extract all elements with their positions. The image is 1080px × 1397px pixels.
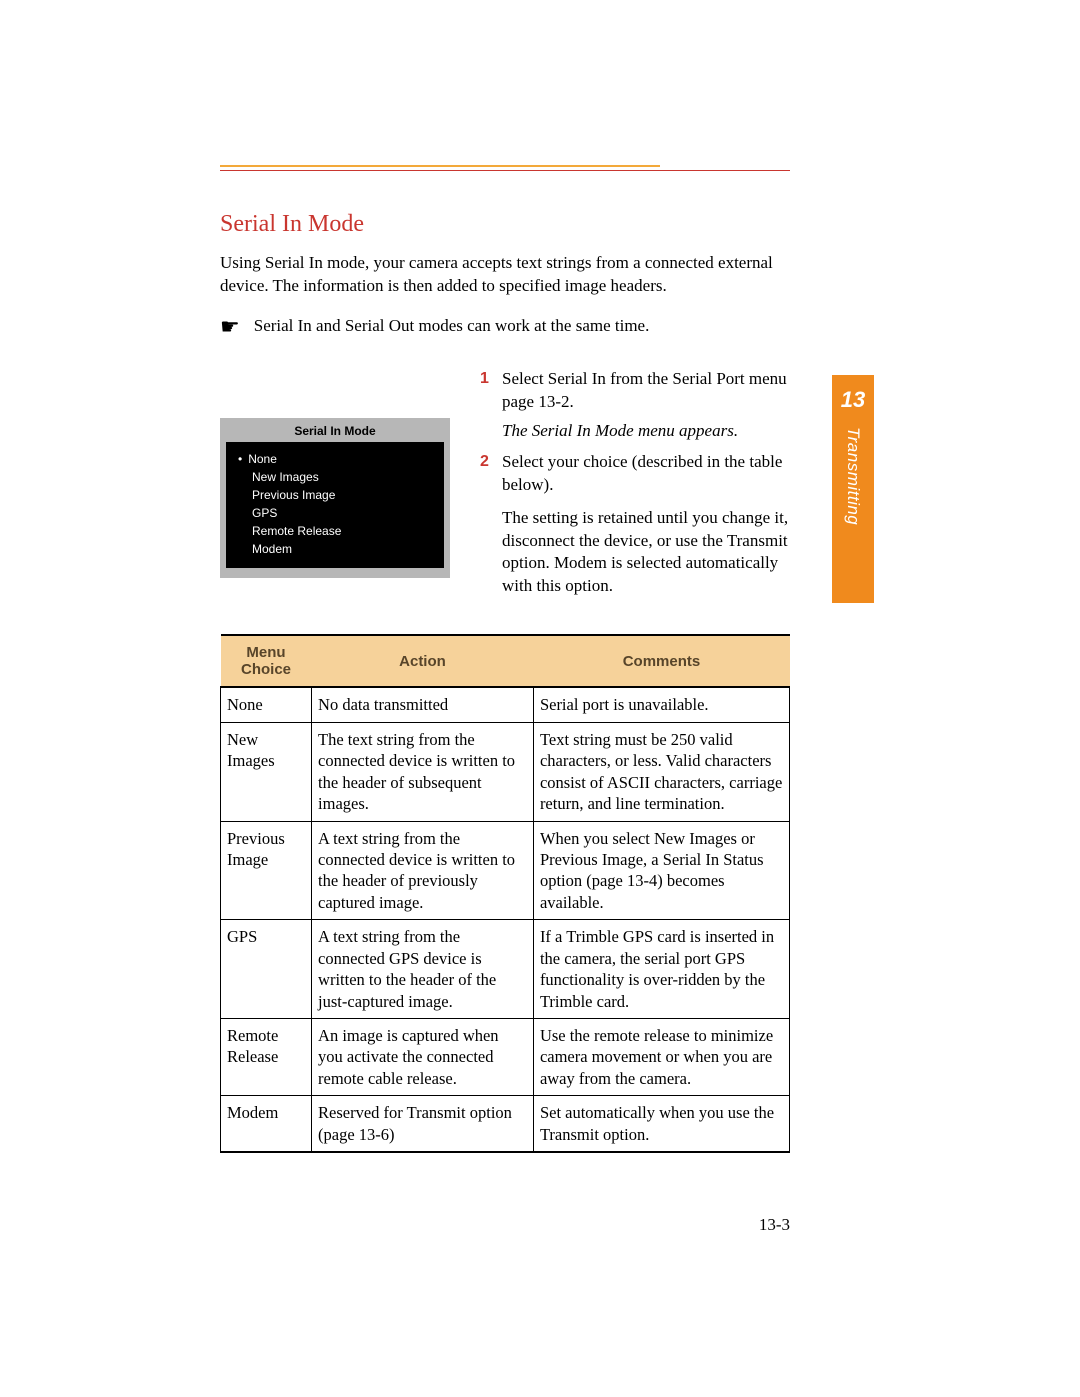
cell-action: An image is captured when you activate t… [312,1019,534,1096]
col-header-action: Action [312,635,534,687]
table-row: Previous Image A text string from the co… [221,821,790,920]
cell-choice: Remote Release [221,1019,312,1096]
modes-table: Menu Choice Action Comments None No data… [220,634,790,1153]
menu-screenshot-title: Serial In Mode [226,424,444,442]
page-number: 13-3 [759,1215,790,1235]
cell-choice: GPS [221,920,312,1019]
menu-item-selected: None [238,450,434,468]
table-row: New Images The text string from the conn… [221,722,790,821]
menu-item: Modem [238,540,434,558]
step-text: Select Serial In from the Serial Port me… [502,368,790,414]
cell-comments: Text string must be 250 valid characters… [533,722,789,821]
step-1: 1 Select Serial In from the Serial Port … [480,368,790,414]
cell-choice: Modem [221,1096,312,1152]
section-title: Serial In Mode [220,211,790,238]
cell-comments: When you select New Images or Previous I… [533,821,789,920]
col-header-choice: Menu Choice [221,635,312,687]
cell-choice: None [221,687,312,722]
table-row: Modem Reserved for Transmit option (page… [221,1096,790,1152]
cell-comments: Serial port is unavailable. [533,687,789,722]
chapter-number: 13 [832,375,874,413]
cell-comments: If a Trimble GPS card is inserted in the… [533,920,789,1019]
cell-action: Reserved for Transmit option (page 13-6) [312,1096,534,1152]
step-note: The setting is retained until you change… [502,507,790,599]
cell-choice: Previous Image [221,821,312,920]
chapter-side-tab: 13 Transmitting [832,375,874,603]
steps-column: 1 Select Serial In from the Serial Port … [480,368,790,598]
menu-item: New Images [238,468,434,486]
step-number: 2 [480,451,502,497]
note-row: ☛ Serial In and Serial Out modes can wor… [220,316,790,338]
col-header-comments: Comments [533,635,789,687]
step-number: 1 [480,368,502,414]
cell-action: No data transmitted [312,687,534,722]
menu-item: GPS [238,504,434,522]
note-text: Serial In and Serial Out modes can work … [254,316,650,336]
cell-action: A text string from the connected device … [312,821,534,920]
table-row: Remote Release An image is captured when… [221,1019,790,1096]
menu-item: Remote Release [238,522,434,540]
cell-choice: New Images [221,722,312,821]
menu-screenshot: Serial In Mode None New Images Previous … [220,418,450,598]
chapter-label: Transmitting [843,427,863,525]
table-row: None No data transmitted Serial port is … [221,687,790,722]
table-row: GPS A text string from the connected GPS… [221,920,790,1019]
step-result: The Serial In Mode menu appears. [502,420,790,443]
page-content: Serial In Mode Using Serial In mode, you… [220,165,790,1153]
rule-accent [220,165,660,167]
step-2: 2 Select your choice (described in the t… [480,451,790,497]
cell-action: A text string from the connected GPS dev… [312,920,534,1019]
cell-action: The text string from the connected devic… [312,722,534,821]
rule-divider [220,170,790,171]
pointer-icon: ☛ [220,316,240,338]
step-text: Select your choice (described in the tab… [502,451,790,497]
cell-comments: Use the remote release to minimize camer… [533,1019,789,1096]
cell-comments: Set automatically when you use the Trans… [533,1096,789,1152]
intro-paragraph: Using Serial In mode, your camera accept… [220,252,790,298]
menu-item: Previous Image [238,486,434,504]
